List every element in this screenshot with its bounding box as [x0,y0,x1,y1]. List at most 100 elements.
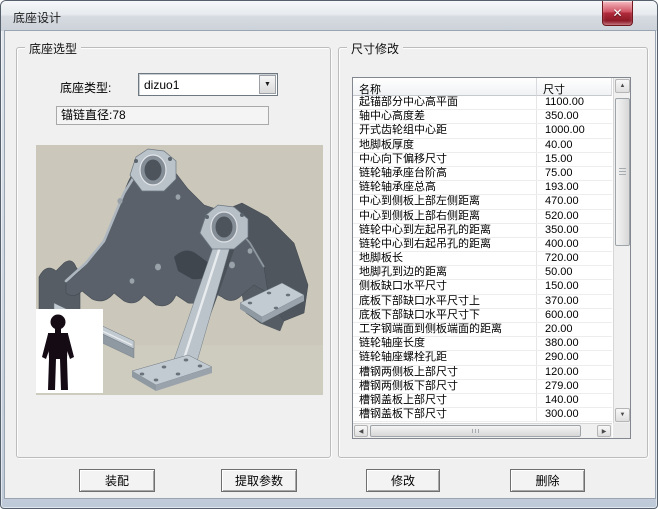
table-row[interactable]: 地脚孔到边的距离 50.00 [353,266,612,280]
base-type-selected-value: dizuo1 [144,78,179,92]
row-name: 链轮中心到右起吊孔的距离 [353,238,537,251]
row-size: 470.00 [537,195,612,208]
base-type-combobox[interactable]: dizuo1 ▼ [138,73,278,96]
row-size: 140.00 [537,394,612,407]
row-name: 槽钢两侧板上部尺寸 [353,366,537,379]
table-row[interactable]: 工字钢端面到侧板端面的距离 20.00 [353,323,612,337]
table-row[interactable]: 起锚部分中心高平面 1100.00 [353,96,612,110]
table-row[interactable]: 底板下部缺口水平尺寸上 370.00 [353,295,612,309]
row-size: 300.00 [537,408,612,421]
table-row[interactable]: 链轮轴承座台阶高 75.00 [353,167,612,181]
row-name: 链轮中心到左起吊孔的距离 [353,224,537,237]
row-name: 工字钢端面到侧板端面的距离 [353,323,537,336]
title-bar[interactable]: 底座设计 ✕ [1,1,657,31]
table-row[interactable]: 槽钢两侧板下部尺寸 279.00 [353,380,612,394]
row-size: 520.00 [537,210,612,223]
horizontal-scroll-thumb[interactable] [370,425,581,437]
row-name: 槽钢两侧板下部尺寸 [353,380,537,393]
group-size-modify-title: 尺寸修改 [347,40,403,57]
scroll-up-button[interactable]: ▲ [615,79,630,93]
table-row[interactable]: 轴中心高度差 350.00 [353,110,612,124]
row-size: 193.00 [537,181,612,194]
row-size: 290.00 [537,351,612,364]
row-size: 370.00 [537,295,612,308]
dialog-client-area: 底座选型 底座类型: dizuo1 ▼ 锚链直径:78 [5,31,655,498]
table-row[interactable]: 链轮中心到右起吊孔的距离 400.00 [353,238,612,252]
row-name: 底板下部缺口水平尺寸上 [353,295,537,308]
row-name: 链轮轴座长度 [353,337,537,350]
row-name: 轴中心高度差 [353,110,537,123]
row-size: 400.00 [537,238,612,251]
scroll-left-button[interactable]: ◀ [354,425,368,437]
column-header-name[interactable]: 名称 [353,78,537,96]
row-size: 20.00 [537,323,612,336]
base-type-label: 底座类型: [60,79,111,96]
table-row[interactable]: 中心到侧板上部右侧距离 520.00 [353,210,612,224]
row-size: 1100.00 [537,96,612,109]
table-row[interactable]: 地脚板厚度 40.00 [353,139,612,153]
table-row[interactable]: 中心向下偏移尺寸 15.00 [353,153,612,167]
row-size: 15.00 [537,153,612,166]
group-base-selection: 底座选型 底座类型: dizuo1 ▼ 锚链直径:78 [16,47,331,458]
table-row[interactable]: 底板下部缺口水平尺寸下 600.00 [353,309,612,323]
row-name: 底板下部缺口水平尺寸下 [353,309,537,322]
row-size: 120.00 [537,366,612,379]
row-name: 侧板缺口水平尺寸 [353,280,537,293]
row-name: 槽钢盖板上部尺寸 [353,394,537,407]
close-icon: ✕ [612,6,622,20]
table-rows: 起锚部分中心高平面 1100.00 轴中心高度差 350.00 开式齿轮组中心距… [353,96,612,423]
dimensions-table: 名称 尺寸 起锚部分中心高平面 1100.00 轴中心高度差 350.00 开式… [352,77,631,439]
table-header: 名称 尺寸 [353,78,612,96]
scroll-left-icon: ◀ [359,428,364,435]
column-header-size[interactable]: 尺寸 [537,78,612,96]
chevron-down-icon: ▼ [264,81,271,88]
table-row[interactable]: 侧板缺口水平尺寸 150.00 [353,280,612,294]
table-row[interactable]: 链轮轴承座总高 193.00 [353,181,612,195]
row-name: 链轮轴承座台阶高 [353,167,537,180]
row-name: 中心到侧板上部左侧距离 [353,195,537,208]
row-size: 350.00 [537,224,612,237]
row-name: 地脚板长 [353,252,537,265]
scroll-up-icon: ▲ [620,83,626,89]
close-button[interactable]: ✕ [602,1,633,26]
scroll-down-button[interactable]: ▼ [615,408,630,422]
extract-parameters-button[interactable]: 提取参数 [221,469,297,492]
scroll-down-icon: ▼ [620,412,626,418]
row-name: 地脚板厚度 [353,139,537,152]
row-name: 起锚部分中心高平面 [353,96,537,109]
row-size: 350.00 [537,110,612,123]
horizontal-scrollbar[interactable]: ◀ ▶ [353,423,612,438]
combobox-dropdown-button[interactable]: ▼ [259,75,276,94]
vertical-scroll-thumb[interactable] [615,98,630,246]
row-size: 600.00 [537,309,612,322]
row-name: 槽钢盖板下部尺寸 [353,408,537,421]
group-size-modify: 尺寸修改 名称 尺寸 起锚部分中心高平面 1100.00 轴中心高度差 350.… [338,47,648,458]
modify-button[interactable]: 修改 [366,469,440,492]
row-name: 中心向下偏移尺寸 [353,153,537,166]
row-name: 链轮轴承座总高 [353,181,537,194]
scroll-right-icon: ▶ [602,428,607,435]
row-size: 1000.00 [537,124,612,137]
scroll-right-button[interactable]: ▶ [597,425,611,437]
row-size: 40.00 [537,139,612,152]
table-row[interactable]: 中心到侧板上部左侧距离 470.00 [353,195,612,209]
row-size: 75.00 [537,167,612,180]
human-figure-silhouette [36,309,103,393]
assemble-button[interactable]: 装配 [79,469,155,492]
table-row[interactable]: 槽钢两侧板上部尺寸 120.00 [353,366,612,380]
table-row[interactable]: 槽钢盖板下部尺寸 300.00 [353,408,612,422]
table-row[interactable]: 地脚板长 720.00 [353,252,612,266]
table-row[interactable]: 链轮轴座长度 380.00 [353,337,612,351]
row-size: 380.00 [537,337,612,350]
anchor-chain-diameter-field[interactable]: 锚链直径:78 [56,106,269,125]
delete-button[interactable]: 删除 [510,469,585,492]
dialog-window: 底座设计 ✕ 底座选型 底座类型: dizuo1 ▼ 锚链直径:78 [0,0,658,509]
table-row[interactable]: 开式齿轮组中心距 1000.00 [353,124,612,138]
table-row[interactable]: 链轮中心到左起吊孔的距离 350.00 [353,224,612,238]
vertical-scrollbar[interactable]: ▲ ▼ [613,78,630,423]
row-size: 720.00 [537,252,612,265]
scrollbar-corner [613,423,630,438]
table-row[interactable]: 链轮轴座螺栓孔距 290.00 [353,351,612,365]
cad-model-image [36,145,323,395]
table-row[interactable]: 槽钢盖板上部尺寸 140.00 [353,394,612,408]
